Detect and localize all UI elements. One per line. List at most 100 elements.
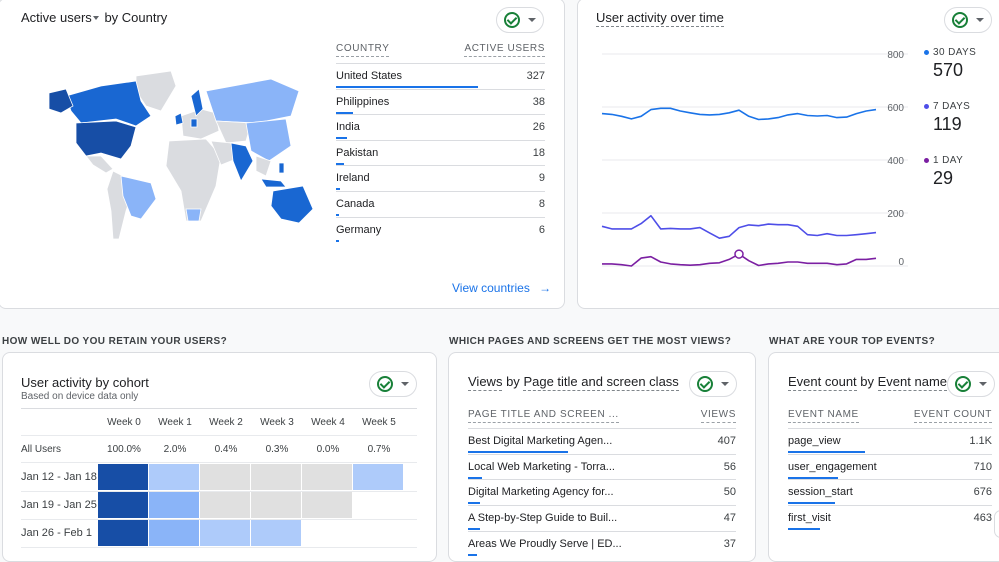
value-bar: [788, 476, 838, 479]
world-map[interactable]: [41, 61, 341, 251]
table-row[interactable]: Local Web Marketing - Torra... 56: [468, 453, 736, 480]
legend-item: 7 DAYS 119: [924, 101, 970, 135]
map-region-central-asia[interactable]: [215, 120, 252, 144]
column-header-event-count[interactable]: EVENT COUNT: [913, 409, 992, 423]
user-activity-by-cohort-card: User activity by cohort Based on device …: [2, 352, 437, 562]
cohort-cell[interactable]: [200, 520, 250, 546]
cohort-cell[interactable]: [98, 492, 148, 518]
series-line-30-days[interactable]: [601, 107, 877, 121]
map-region-india-pakistan[interactable]: [230, 142, 254, 182]
cohort-cell[interactable]: [149, 464, 199, 490]
row-label: user_engagement: [788, 460, 877, 473]
dimension-selector[interactable]: Event name: [877, 374, 948, 391]
map-region-united-states[interactable]: [75, 120, 137, 160]
cohort-cell[interactable]: [251, 492, 301, 518]
table-row[interactable]: user_engagement 710: [788, 453, 992, 480]
all-users-value: 0.4%: [214, 444, 238, 455]
cohort-cell[interactable]: [251, 464, 301, 490]
cohort-cell[interactable]: [98, 464, 148, 490]
cohort-cell[interactable]: [302, 464, 352, 490]
table-row[interactable]: page_view 1.1K: [788, 428, 992, 454]
cohort-cell[interactable]: [149, 520, 199, 546]
table-row[interactable]: first_visit 463: [788, 505, 992, 531]
metric-selector[interactable]: Active users: [21, 10, 101, 25]
all-users-value: 0.3%: [265, 444, 289, 455]
column-header-event-name[interactable]: EVENT NAME: [788, 409, 859, 423]
cohort-label: Jan 19 - Jan 25: [21, 499, 97, 511]
country-row[interactable]: United States 327: [336, 63, 545, 89]
column-header-page-title[interactable]: PAGE TITLE AND SCREEN ...: [468, 409, 619, 423]
table-row[interactable]: Best Digital Marketing Agen... 407: [468, 428, 736, 454]
events-section-label: WHAT ARE YOUR TOP EVENTS?: [769, 336, 936, 347]
arrow-right-icon: →: [539, 281, 552, 295]
series-line-7-days[interactable]: [601, 214, 877, 239]
active-users-value: 9: [538, 172, 545, 185]
table-row[interactable]: Areas We Proudly Serve | ED... 37: [468, 530, 736, 557]
country-row[interactable]: India 26: [336, 114, 545, 140]
data-point-marker[interactable]: [734, 249, 744, 259]
divider: [21, 547, 417, 548]
cohort-cell[interactable]: [200, 492, 250, 518]
cohort-cell[interactable]: [200, 464, 250, 490]
cohort-cell[interactable]: [251, 520, 301, 546]
column-header-active-users[interactable]: ACTIVE USERS: [464, 43, 545, 57]
y-tick-label: 600: [887, 103, 904, 114]
insights-status-button[interactable]: [369, 371, 417, 397]
insights-status-button[interactable]: [947, 371, 995, 397]
caret-down-icon: [401, 382, 409, 386]
row-value: 463: [973, 512, 992, 525]
view-countries-link[interactable]: View countries →: [452, 281, 551, 295]
table-row[interactable]: Digital Marketing Agency for... 50: [468, 479, 736, 505]
all-users-value: 2.0%: [163, 444, 187, 455]
country-row[interactable]: Canada 8: [336, 191, 545, 217]
views-by-page-title-card: Views by Page title and screen class PAG…: [448, 352, 756, 562]
insights-status-button[interactable]: [944, 7, 992, 33]
scroll-handle[interactable]: [994, 510, 999, 538]
week-column-header: Week 5: [362, 417, 396, 428]
value-bar: [788, 451, 865, 453]
table-row[interactable]: A Step-by-Step Guide to Buil... 47: [468, 505, 736, 531]
insights-status-button[interactable]: [689, 371, 737, 397]
dimension-selector[interactable]: Page title and screen class: [523, 374, 679, 391]
legend-item: 30 DAYS 570: [924, 47, 976, 81]
all-users-value: 0.0%: [316, 444, 340, 455]
card-subtitle: Based on device data only: [21, 391, 139, 402]
map-region-philippines[interactable]: [278, 162, 285, 174]
user-activity-line-chart[interactable]: 800600400200002091623Feb: [578, 29, 918, 269]
week-column-header: Week 4: [311, 417, 345, 428]
country-row[interactable]: Ireland 9: [336, 165, 545, 191]
map-region-brazil[interactable]: [120, 175, 157, 220]
value-bar: [468, 451, 568, 453]
country-name: Canada: [336, 198, 375, 210]
cohort-cell[interactable]: [98, 520, 148, 546]
map-region-mexico[interactable]: [85, 155, 114, 174]
divider: [21, 462, 417, 463]
map-region-alaska[interactable]: [48, 88, 74, 114]
metric-selector[interactable]: Views: [468, 374, 503, 391]
cohort-cell[interactable]: [302, 492, 352, 518]
column-header-country[interactable]: COUNTRY: [336, 43, 390, 57]
value-bar: [468, 476, 482, 479]
map-region-china[interactable]: [245, 118, 292, 162]
country-row[interactable]: Germany 6: [336, 216, 545, 243]
country-row[interactable]: Pakistan 18: [336, 139, 545, 166]
map-region-south-africa[interactable]: [185, 208, 202, 222]
map-region-indonesia[interactable]: [260, 178, 287, 188]
country-row[interactable]: Philippines 38: [336, 88, 545, 115]
map-region-australia[interactable]: [270, 185, 314, 224]
map-region-russia[interactable]: [205, 78, 300, 124]
map-region-uk-ireland[interactable]: [174, 112, 184, 126]
card-title: Event count by Event name: [788, 374, 948, 391]
active-users-value: 26: [532, 121, 545, 134]
metric-selector[interactable]: Event count: [788, 374, 857, 391]
card-title[interactable]: User activity over time: [596, 10, 724, 27]
cohort-cell[interactable]: [353, 464, 403, 490]
insights-status-button[interactable]: [496, 7, 544, 33]
map-region-germany[interactable]: [190, 118, 198, 128]
column-header-views[interactable]: VIEWS: [700, 409, 736, 423]
cohort-cell[interactable]: [149, 492, 199, 518]
y-tick-label: 400: [887, 156, 904, 167]
country-name: Pakistan: [336, 146, 379, 159]
table-row[interactable]: session_start 676: [788, 479, 992, 505]
active-users-value: 8: [538, 198, 545, 210]
